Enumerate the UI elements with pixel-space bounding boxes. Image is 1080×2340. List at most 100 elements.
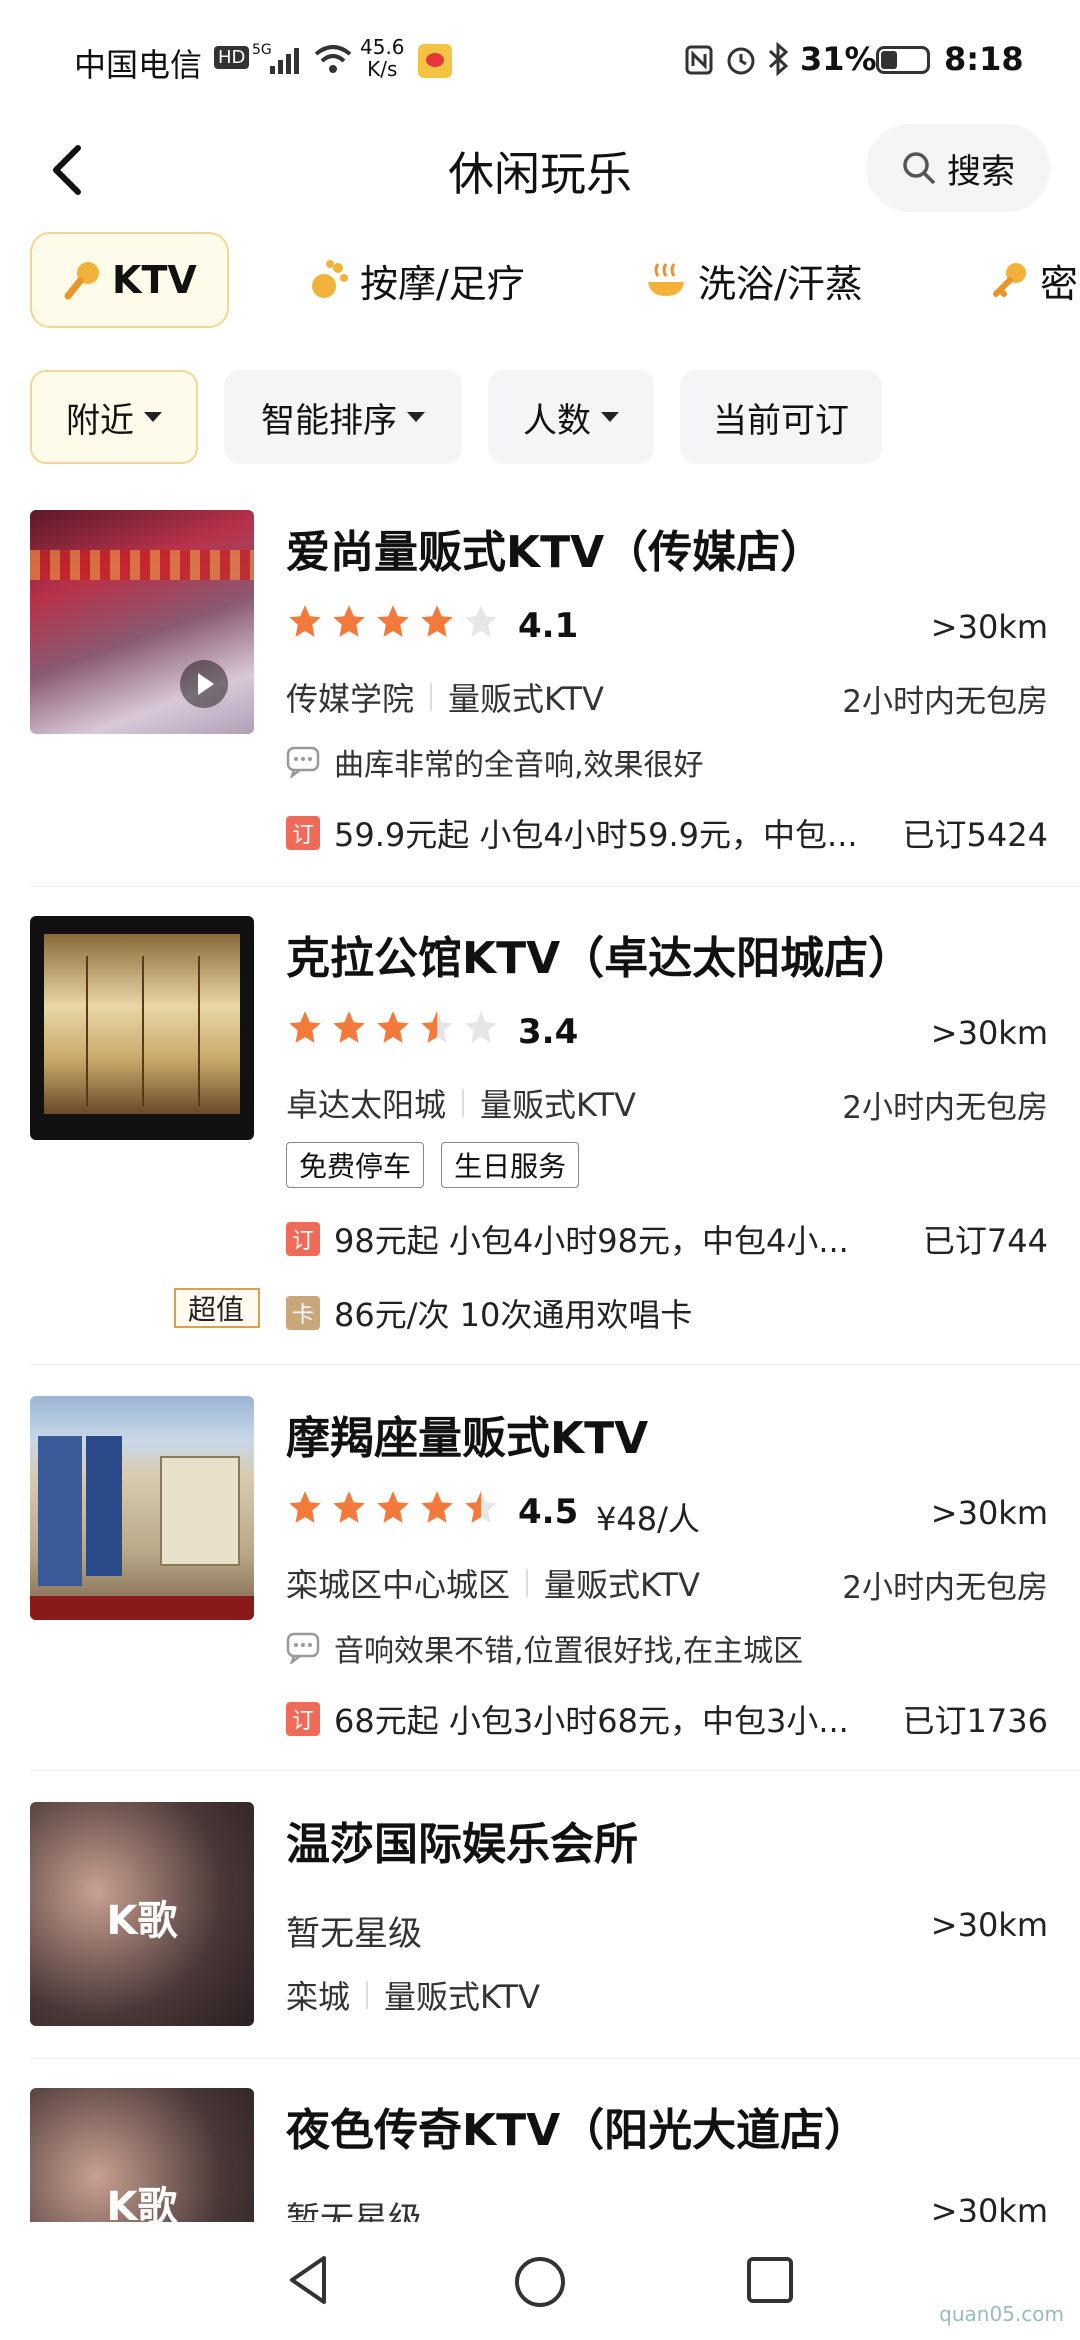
- bluetooth-icon: [768, 42, 789, 76]
- review-text: 音响效果不错,位置很好找,在主城区: [334, 1634, 804, 1669]
- tab-escape-room[interactable]: 密: [990, 232, 1078, 328]
- filter-people-label: 人数: [523, 400, 591, 441]
- venue-name: 克拉公馆KTV（卓达太阳城店）: [286, 933, 913, 984]
- rating-value: 4.1: [518, 606, 579, 646]
- rating-value: 4.5: [518, 1492, 579, 1532]
- star-icon: [377, 605, 409, 637]
- tab-bath[interactable]: 洗浴/汗蒸: [644, 232, 863, 328]
- venue-name: 温莎国际娱乐会所: [286, 1819, 638, 1870]
- tag-free-parking: 免费停车: [286, 1142, 425, 1188]
- deal-row[interactable]: 订 68元起 小包3小时68元，中包3小... 已订1736: [286, 1696, 1048, 1742]
- comment-icon: [286, 1632, 320, 1664]
- venue-category: 量贩式KTV: [544, 1566, 700, 1604]
- nav-back-icon[interactable]: [284, 2252, 334, 2308]
- filter-nearby[interactable]: 附近: [30, 370, 198, 464]
- star-empty-icon: [465, 605, 497, 637]
- caret-down-icon: [144, 412, 162, 422]
- filter-available-now[interactable]: 当前可订: [680, 370, 882, 464]
- tab-massage-label: 按摩/足疗: [360, 261, 525, 306]
- list-item[interactable]: 爱尚量贩式KTV（传媒店） 4.1 >30km 传媒学院 量贩式KTV 2小时内…: [0, 510, 1080, 890]
- venue-area: 栾城区中心城区: [286, 1566, 511, 1604]
- caret-down-icon: [407, 412, 425, 422]
- tab-escape-room-label: 密: [1040, 261, 1079, 306]
- price-per-person: ¥48/人: [596, 1500, 700, 1538]
- star-half-icon: [421, 1011, 453, 1043]
- distance: >30km: [930, 1494, 1048, 1532]
- tab-ktv-label: KTV: [112, 258, 197, 302]
- search-icon: [903, 152, 936, 185]
- venue-area: 卓达太阳城: [286, 1086, 447, 1124]
- star-icon: [289, 1011, 321, 1043]
- deal-text: 59.9元起 小包4小时59.9元，中包...: [334, 816, 858, 854]
- deal-row[interactable]: 订 59.9元起 小包4小时59.9元，中包... 已订5424: [286, 810, 1048, 856]
- sold-count: 已订744: [922, 1222, 1048, 1260]
- search-button[interactable]: 搜索: [866, 124, 1050, 212]
- alarm-icon: [727, 47, 755, 75]
- sold-count: 已订1736: [902, 1702, 1048, 1740]
- venue-name: 爱尚量贩式KTV（传媒店）: [286, 527, 825, 578]
- bath-icon: [648, 263, 684, 296]
- star-icon: [289, 1491, 321, 1523]
- clock: 8:18: [944, 40, 1024, 78]
- venue-thumbnail: K歌: [30, 1802, 254, 2026]
- divider: [30, 1770, 1080, 1771]
- hd-badge: HD: [214, 46, 250, 69]
- deal-row[interactable]: 订 98元起 小包4小时98元，中包4小... 已订744: [286, 1216, 1048, 1262]
- nav-home-icon[interactable]: [512, 2254, 568, 2310]
- nav-recents-icon[interactable]: [744, 2254, 796, 2306]
- divider: [30, 886, 1080, 887]
- rating-value: 3.4: [518, 1012, 579, 1052]
- booking-badge: 订: [286, 816, 320, 850]
- list-item[interactable]: 摩羯座量贩式KTV 4.5 ¥48/人 >30km 栾城区中心城区 量贩式KTV…: [0, 1396, 1080, 1776]
- carrier-label: 中国电信: [74, 46, 203, 84]
- star-icon: [421, 605, 453, 637]
- value-badge: 超值: [174, 1288, 261, 1328]
- search-label: 搜索: [947, 151, 1015, 192]
- category-tabs: KTV 按摩/足疗 洗浴/汗蒸 密: [0, 232, 1080, 332]
- watermark: quan05.com: [939, 2302, 1064, 2326]
- filter-sort[interactable]: 智能排序: [224, 370, 462, 464]
- star-rating: [286, 1008, 500, 1046]
- status-bar: 中国电信 HD 5G 45.6 K/s 31% 8:18: [0, 0, 1080, 120]
- venue-meta: 卓达太阳城 量贩式KTV: [286, 1080, 636, 1126]
- availability-note: 2小时内无包房: [842, 1090, 1048, 1126]
- availability-note: 2小时内无包房: [842, 1570, 1048, 1606]
- tab-bath-label: 洗浴/汗蒸: [698, 261, 863, 306]
- sold-count: 已订5424: [902, 816, 1048, 854]
- venue-category: 量贩式KTV: [448, 680, 604, 718]
- review-snippet: 曲库非常的全音响,效果很好: [286, 740, 704, 784]
- availability-note: 2小时内无包房: [842, 684, 1048, 720]
- venue-name: 摩羯座量贩式KTV: [286, 1413, 649, 1464]
- venue-thumbnail: K歌: [30, 2088, 254, 2222]
- list-item[interactable]: K歌 温莎国际娱乐会所 暂无星级 >30km 栾城 量贩式KTV: [0, 1802, 1080, 2062]
- star-icon: [421, 1491, 453, 1523]
- card-badge: 卡: [286, 1296, 320, 1330]
- tab-massage[interactable]: 按摩/足疗: [306, 232, 525, 328]
- star-icon: [333, 1011, 365, 1043]
- star-icon: [333, 605, 365, 637]
- divider: [30, 1364, 1080, 1365]
- star-icon: [377, 1491, 409, 1523]
- tag-birthday-service: 生日服务: [441, 1142, 580, 1188]
- thumbnail-label: K歌: [106, 2184, 178, 2222]
- comment-icon: [286, 746, 320, 778]
- list-item[interactable]: K歌 夜色传奇KTV（阳光大道店） 暂无星级 >30km: [0, 2088, 1080, 2222]
- venue-category: 量贩式KTV: [384, 1978, 540, 2016]
- card-deal-text: 86元/次 10次通用欢唱卡: [334, 1296, 693, 1334]
- list-item[interactable]: 克拉公馆KTV（卓达太阳城店） 3.4 >30km 卓达太阳城 量贩式KTV 2…: [0, 916, 1080, 1366]
- nfc-icon: [685, 45, 713, 75]
- filter-people[interactable]: 人数: [488, 370, 654, 464]
- card-deal-row[interactable]: 卡 86元/次 10次通用欢唱卡: [286, 1290, 1048, 1336]
- tab-ktv[interactable]: KTV: [30, 232, 229, 328]
- no-rating: 暂无星级: [286, 2200, 422, 2222]
- star-rating: [286, 602, 500, 640]
- booking-badge: 订: [286, 1702, 320, 1736]
- deal-text: 98元起 小包4小时98元，中包4小...: [334, 1222, 849, 1260]
- thumbnail-label: K歌: [106, 1898, 178, 1944]
- filter-sort-label: 智能排序: [261, 400, 397, 441]
- venue-meta: 栾城 量贩式KTV: [286, 1972, 540, 2018]
- play-icon: [180, 660, 228, 708]
- star-icon: [289, 605, 321, 637]
- venue-thumbnail: [30, 1396, 254, 1620]
- filter-nearby-label: 附近: [66, 400, 134, 441]
